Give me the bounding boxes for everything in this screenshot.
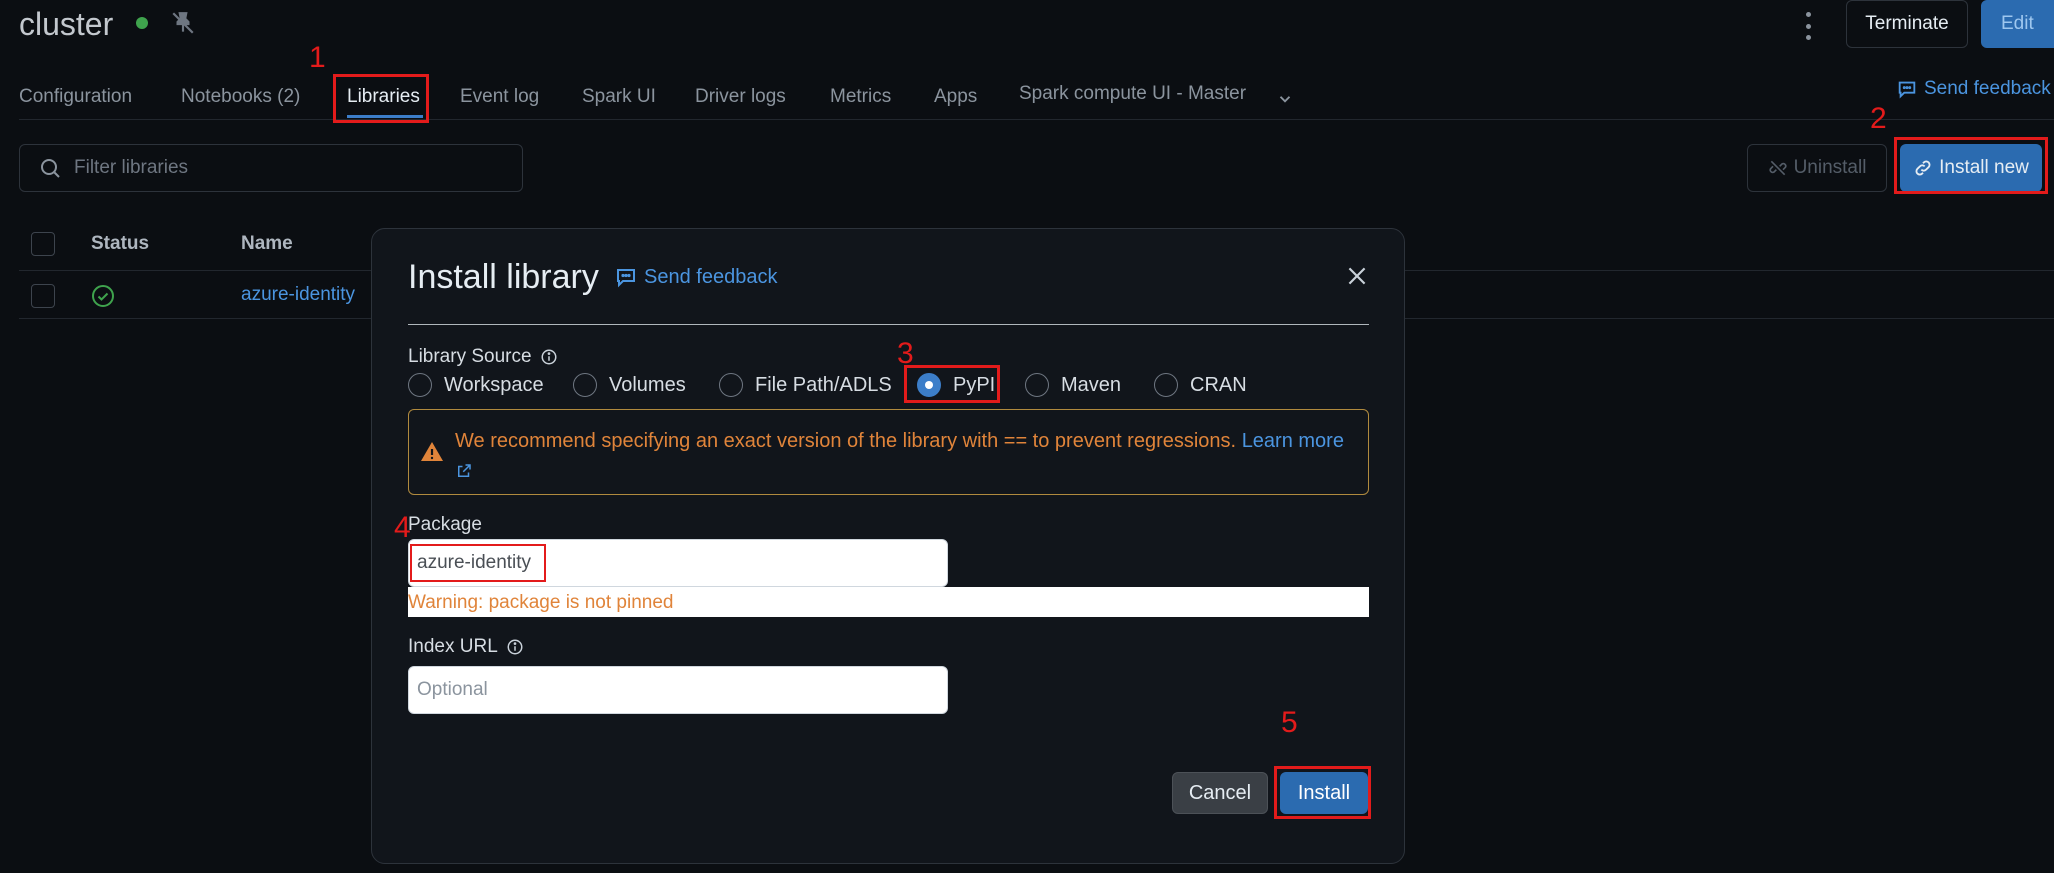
status-dot	[136, 17, 148, 29]
package-label: Package	[408, 514, 482, 535]
library-source-label: Library Source	[408, 346, 558, 368]
active-tab-indicator	[347, 115, 423, 118]
tab-event-log[interactable]: Event log	[460, 86, 539, 108]
tab-spark-compute-ui[interactable]: Spark compute UI - Master	[1019, 83, 1246, 105]
tab-notebooks[interactable]: Notebooks (2)	[181, 86, 300, 108]
install-new-label: Install new	[1939, 157, 2029, 178]
alert-text: We recommend specifying an exact version…	[455, 430, 1237, 452]
page-title: cluster	[19, 6, 114, 42]
radio-workspace[interactable]	[408, 373, 432, 397]
terminate-button[interactable]: Terminate	[1846, 0, 1968, 48]
radio-cran[interactable]	[1154, 373, 1178, 397]
filter-placeholder: Filter libraries	[74, 157, 189, 178]
source-option-pypi[interactable]: PyPI	[917, 373, 995, 397]
index-url-placeholder: Optional	[417, 679, 488, 700]
tab-driver-logs[interactable]: Driver logs	[695, 86, 786, 108]
annotation-number-3: 3	[897, 337, 914, 370]
source-workspace-label: Workspace	[444, 373, 544, 396]
alert-message: We recommend specifying an exact version…	[455, 426, 1355, 486]
source-option-cran[interactable]: CRAN	[1154, 373, 1247, 397]
source-pypi-label: PyPI	[953, 373, 996, 396]
radio-maven[interactable]	[1025, 373, 1049, 397]
source-cran-label: CRAN	[1190, 373, 1247, 396]
annotation-number-5: 5	[1281, 706, 1298, 739]
source-file-path-label: File Path/ADLS	[755, 373, 892, 396]
column-header-name: Name	[241, 233, 293, 254]
tab-libraries[interactable]: Libraries	[347, 86, 420, 108]
dialog-title-divider	[408, 324, 1369, 325]
tab-metrics[interactable]: Metrics	[830, 86, 891, 108]
chat-bubble-icon	[1898, 81, 1916, 99]
external-link-icon[interactable]	[455, 462, 473, 480]
uninstall-label: Uninstall	[1793, 157, 1867, 178]
radio-pypi[interactable]	[917, 373, 941, 397]
uninstall-button[interactable]: Uninstall	[1747, 144, 1887, 192]
close-icon[interactable]	[1344, 263, 1370, 289]
info-icon[interactable]	[506, 638, 524, 656]
package-warning: Warning: package is not pinned	[408, 592, 674, 613]
radio-file-path[interactable]	[719, 373, 743, 397]
annotation-number-1: 1	[309, 41, 326, 74]
info-icon[interactable]	[540, 348, 558, 366]
tabs-divider	[19, 119, 2054, 120]
unlink-icon	[1769, 160, 1787, 176]
chevron-down-icon[interactable]	[1276, 90, 1294, 108]
send-feedback-link[interactable]: Send feedback	[1896, 78, 2051, 100]
tab-configuration[interactable]: Configuration	[19, 86, 132, 108]
source-option-volumes[interactable]: Volumes	[573, 373, 686, 397]
library-source-text: Library Source	[408, 346, 532, 367]
annotation-number-2: 2	[1870, 102, 1887, 135]
more-options-icon[interactable]	[1800, 12, 1816, 40]
install-new-button[interactable]: Install new	[1900, 144, 2042, 192]
cancel-button[interactable]: Cancel	[1172, 772, 1268, 814]
check-circle-icon	[92, 285, 114, 307]
row-checkbox[interactable]	[31, 284, 55, 308]
edit-button[interactable]: Edit	[1981, 0, 2054, 48]
tab-spark-ui[interactable]: Spark UI	[582, 86, 656, 108]
dialog-feedback-label: Send feedback	[644, 265, 778, 288]
link-icon	[1915, 160, 1931, 176]
select-all-checkbox[interactable]	[31, 232, 55, 256]
dialog-title: Install library	[408, 258, 599, 296]
search-icon	[41, 159, 60, 178]
source-option-workspace[interactable]: Workspace	[408, 373, 544, 397]
source-option-file-path[interactable]: File Path/ADLS	[719, 373, 892, 397]
index-url-text: Index URL	[408, 636, 498, 657]
dialog-send-feedback-link[interactable]: Send feedback	[614, 265, 777, 289]
column-header-status: Status	[91, 233, 150, 254]
learn-more-link[interactable]: Learn more	[1242, 430, 1344, 452]
send-feedback-label: Send feedback	[1924, 78, 2051, 99]
warning-triangle-icon	[421, 442, 443, 461]
annotation-number-4: 4	[394, 511, 411, 544]
filter-libraries-input[interactable]: Filter libraries	[19, 144, 523, 192]
pin-off-icon[interactable]	[170, 10, 196, 36]
radio-volumes[interactable]	[573, 373, 597, 397]
tab-apps[interactable]: Apps	[934, 86, 977, 108]
source-volumes-label: Volumes	[609, 373, 686, 396]
index-url-input[interactable]: Optional	[408, 666, 948, 714]
package-input[interactable]: azure-identity	[408, 539, 948, 587]
source-option-maven[interactable]: Maven	[1025, 373, 1121, 397]
source-maven-label: Maven	[1061, 373, 1122, 396]
chat-bubble-icon	[617, 269, 635, 288]
library-name-link[interactable]: azure-identity	[241, 284, 355, 306]
package-value: azure-identity	[417, 552, 532, 573]
index-url-label: Index URL	[408, 636, 524, 658]
install-button[interactable]: Install	[1280, 772, 1368, 814]
